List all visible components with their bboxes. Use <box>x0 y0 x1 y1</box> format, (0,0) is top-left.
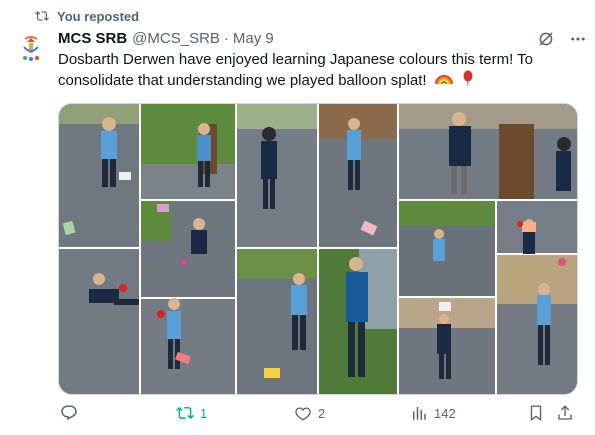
grok-icon[interactable] <box>537 30 555 48</box>
rainbow-emoji <box>434 71 453 91</box>
views-count: 142 <box>434 405 456 421</box>
repost-button[interactable]: 1 <box>176 404 207 422</box>
heart-icon <box>295 407 311 421</box>
like-button[interactable]: 2 <box>294 404 325 422</box>
post-text: Dosbarth Derwen have enjoyed learning Ja… <box>58 50 578 92</box>
repost-count: 1 <box>200 405 208 421</box>
reply-button[interactable] <box>60 404 78 422</box>
photo-collage[interactable] <box>58 103 578 395</box>
header-actions <box>537 30 587 48</box>
separator-dot: · <box>223 29 229 47</box>
post-date[interactable]: May 9 <box>233 30 274 47</box>
repost-icon <box>176 406 194 420</box>
post-header: MCS SRB @MCS_SRB · May 9 <box>58 28 585 48</box>
share-button[interactable] <box>556 404 574 422</box>
bookmark-icon <box>530 405 542 422</box>
repost-icon <box>35 11 49 21</box>
more-icon[interactable] <box>569 30 587 48</box>
views-button[interactable]: 142 <box>410 404 456 422</box>
balloon-emoji <box>461 70 475 92</box>
share-icon <box>558 405 572 420</box>
author-name[interactable]: MCS SRB <box>58 30 127 47</box>
views-icon <box>413 407 426 420</box>
reply-icon <box>61 405 77 421</box>
action-bar: 1 2 142 <box>58 404 578 428</box>
repost-label: You reposted <box>57 8 140 24</box>
school-logo-avatar[interactable] <box>14 33 48 67</box>
author-handle[interactable]: @MCS_SRB <box>132 30 220 47</box>
like-count: 2 <box>318 405 326 421</box>
bookmark-button[interactable] <box>527 404 545 422</box>
repost-indicator[interactable]: You reposted <box>35 7 139 25</box>
